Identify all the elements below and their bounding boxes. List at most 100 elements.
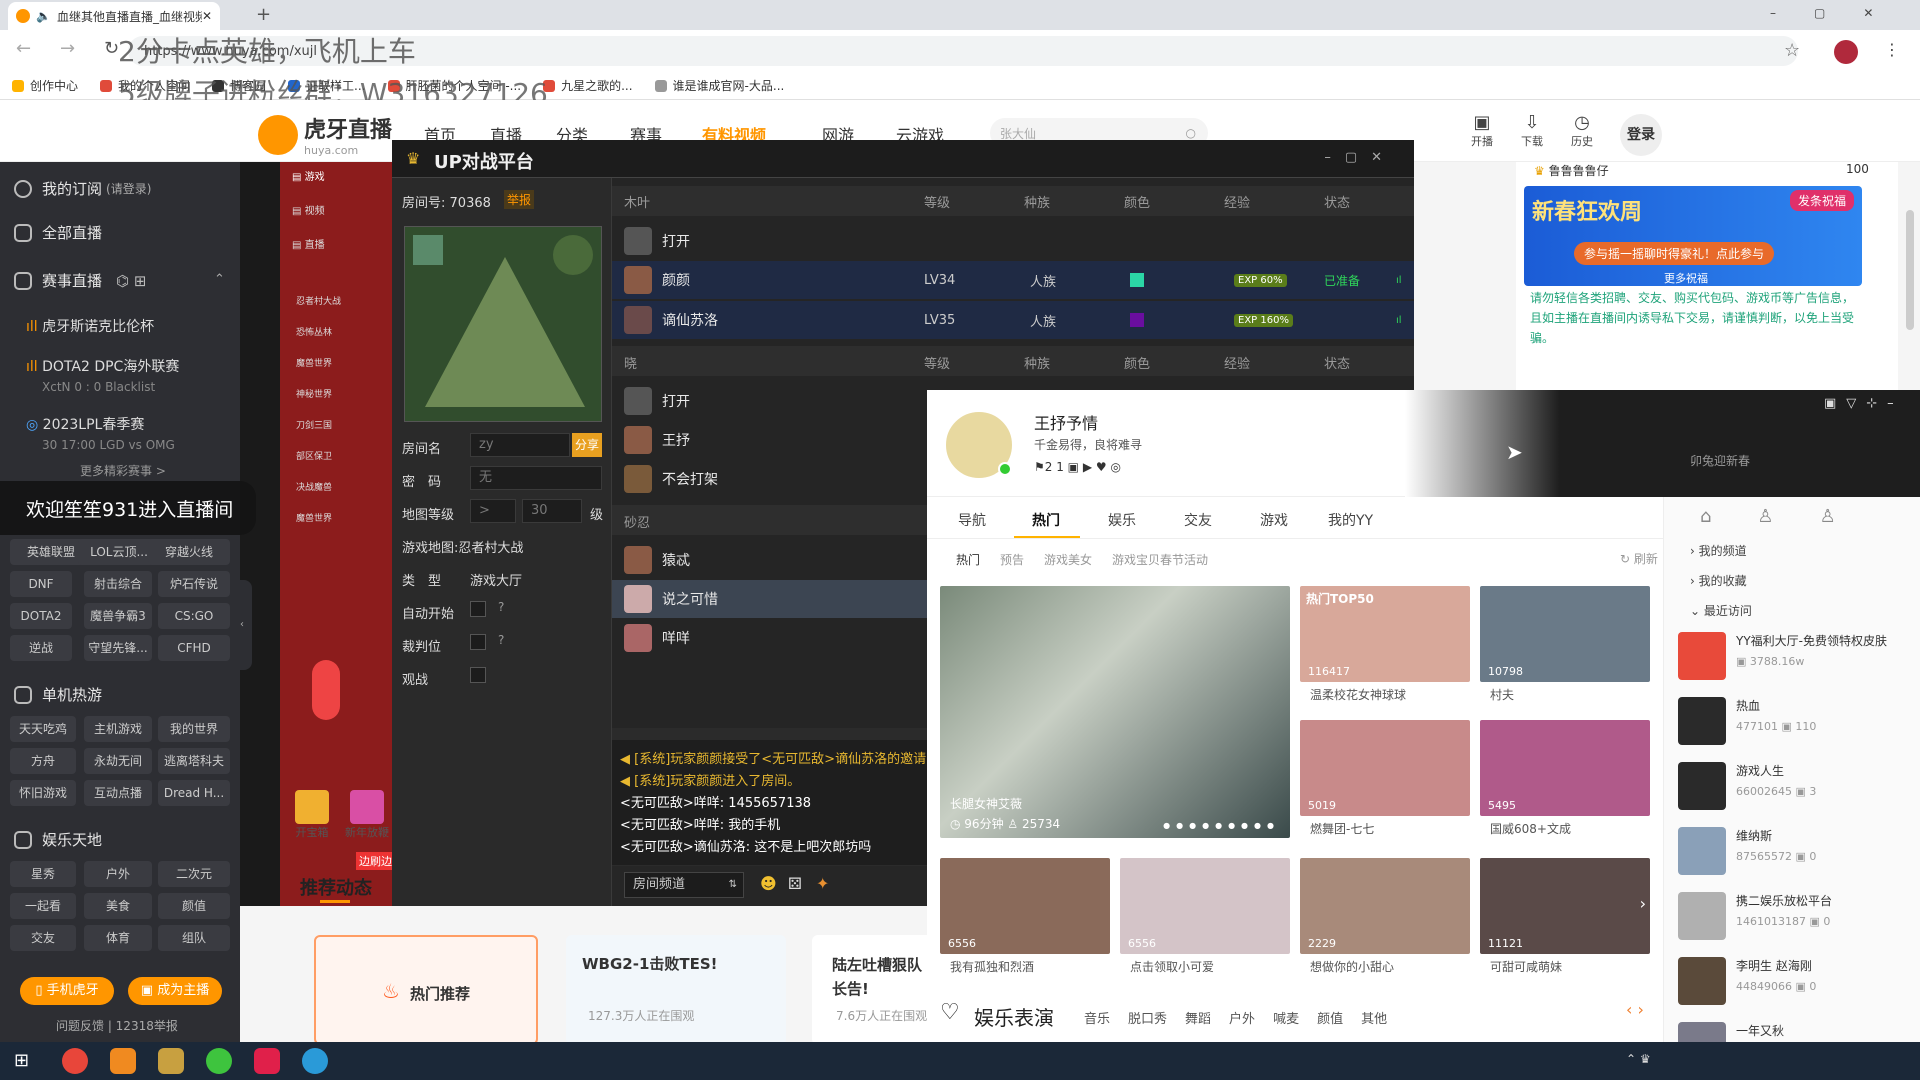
- stream-thumb[interactable]: 2229: [1300, 858, 1470, 954]
- ent-tag[interactable]: 美食: [84, 893, 152, 919]
- profile-avatar[interactable]: [1834, 40, 1858, 64]
- single-tag[interactable]: 互动点播: [84, 780, 152, 806]
- stream-thumb[interactable]: 11121 ›: [1480, 858, 1650, 954]
- sidebar-footer[interactable]: 问题反馈 | 12318举报: [56, 1017, 178, 1034]
- channel-item[interactable]: 维纳斯 87565572 ▣ 0: [1678, 827, 1816, 875]
- browser-tab[interactable]: 🔈 血继其他直播直播_血继视频 ✕: [8, 2, 220, 30]
- collapse-icon[interactable]: ⌃: [214, 272, 225, 287]
- firecracker-button[interactable]: 新年放鞭: [342, 790, 392, 840]
- redcol-item[interactable]: 忍者村大战: [296, 294, 341, 307]
- browser-icon[interactable]: [302, 1048, 328, 1074]
- back-icon[interactable]: ←: [16, 38, 31, 59]
- huya-logo[interactable]: 虎牙直播 huya.com: [258, 112, 392, 157]
- ent-tag[interactable]: 二次元: [158, 861, 230, 887]
- sidebar-entertainment[interactable]: 娱乐天地: [14, 829, 102, 850]
- stream-thumb[interactable]: 5019: [1300, 720, 1470, 816]
- redcol-item[interactable]: 部区保卫: [296, 449, 332, 462]
- single-tag[interactable]: 逃离塔科夫: [158, 748, 230, 774]
- password-input[interactable]: 无: [470, 466, 602, 490]
- redcol-item[interactable]: 恐怖丛林: [296, 325, 332, 338]
- gift-icon[interactable]: ✦: [816, 874, 829, 893]
- auto-start-checkbox[interactable]: [470, 601, 486, 617]
- help-icon[interactable]: ?: [498, 633, 504, 647]
- room-name-input[interactable]: zy: [470, 433, 570, 457]
- page-scrollbar[interactable]: [1906, 210, 1914, 330]
- yy-tab-games[interactable]: 游戏: [1260, 510, 1288, 530]
- stream-thumb[interactable]: 5495: [1480, 720, 1650, 816]
- esports-item[interactable]: ıll DOTA2 DPC海外联赛: [26, 356, 179, 376]
- history-button[interactable]: ◷ 历史: [1564, 112, 1600, 149]
- game-tag[interactable]: CS:GO: [158, 603, 230, 629]
- single-tag[interactable]: 我的世界: [158, 716, 230, 742]
- bookmark-item[interactable]: 九星之歌的...: [543, 77, 633, 94]
- game-tag[interactable]: 逆战: [10, 635, 72, 661]
- speaker-icon[interactable]: 🔈: [36, 9, 51, 23]
- section-tab[interactable]: 颜值: [1317, 1008, 1343, 1027]
- share-button[interactable]: 分享: [572, 433, 602, 457]
- yy-subtab[interactable]: 预告: [1000, 551, 1024, 568]
- yy-tab-hot[interactable]: 热门: [1032, 510, 1060, 530]
- stream-thumb[interactable]: 10798: [1480, 586, 1650, 682]
- redcol-item[interactable]: 魔兽世界: [296, 511, 332, 524]
- game-tag[interactable]: 魔兽争霸3: [84, 603, 152, 629]
- game-tag[interactable]: CFHD: [158, 635, 230, 661]
- redcol-item[interactable]: 神秘世界: [296, 387, 332, 400]
- single-tag[interactable]: 方舟: [10, 748, 76, 774]
- channel-item[interactable]: YY福利大厅-免费领特权皮肤 ▣ 3788.16w: [1678, 632, 1887, 680]
- news-card[interactable]: 陆左吐槽狠队长告! 7.6万人正在围观: [812, 935, 932, 1045]
- player-row[interactable]: 颜颜 LV34 人族 EXP 60% 已准备 ıl: [612, 261, 1414, 299]
- map-level-select[interactable]: >: [470, 499, 516, 523]
- banner-button[interactable]: 发条祝福: [1789, 190, 1854, 211]
- game-tag[interactable]: DNF: [10, 571, 72, 597]
- single-tag[interactable]: 永劫无间: [84, 748, 152, 774]
- channel-item[interactable]: 游戏人生 66002645 ▣ 3: [1678, 762, 1816, 810]
- hot-recommend-card[interactable]: ♨ 热门推荐: [314, 935, 538, 1045]
- my-channels-link[interactable]: › 我的频道: [1690, 542, 1747, 559]
- redcol-item[interactable]: 魔兽世界: [296, 356, 332, 369]
- become-anchor-button[interactable]: ▣ 成为主播: [128, 977, 222, 1005]
- section-tab[interactable]: 其他: [1361, 1008, 1387, 1027]
- next-arrow-icon[interactable]: ›: [1640, 894, 1646, 913]
- dice-icon[interactable]: ⚄: [788, 874, 802, 893]
- bookmark-star-icon[interactable]: ☆: [1784, 40, 1800, 61]
- ent-tag[interactable]: 体育: [84, 925, 152, 951]
- windows-start-icon[interactable]: ⊞: [14, 1050, 29, 1071]
- bookmark-item[interactable]: 谁是谁成官网-大品...: [654, 77, 784, 94]
- game-tag[interactable]: DOTA2: [10, 603, 72, 629]
- yy-window-controls[interactable]: ▣▽⊹–: [1824, 396, 1904, 411]
- new-tab-button[interactable]: +: [256, 4, 271, 25]
- esports-item[interactable]: ıll 虎牙斯诺克比伦杯: [26, 316, 154, 336]
- yy-tab-ent[interactable]: 娱乐: [1108, 510, 1136, 530]
- sidebar-single-games[interactable]: 单机热游: [14, 684, 102, 705]
- forward-icon[interactable]: →: [60, 38, 75, 59]
- section-tab[interactable]: 户外: [1229, 1008, 1255, 1027]
- yy-subtab[interactable]: 游戏美女: [1044, 551, 1092, 568]
- single-tag[interactable]: 主机游戏: [84, 716, 152, 742]
- chrome-icon[interactable]: [62, 1048, 88, 1074]
- report-button[interactable]: 举报: [504, 190, 535, 209]
- carousel-dots[interactable]: ●●●●●●●●●: [1163, 821, 1280, 830]
- up-window-controls[interactable]: –▢✕: [1324, 150, 1396, 165]
- single-tag[interactable]: Dread H...: [158, 780, 230, 806]
- recent-visits-link[interactable]: ⌄ 最近访问: [1690, 602, 1752, 619]
- redcol-item[interactable]: 刀剑三国: [296, 418, 332, 431]
- sidebar-my-subscriptions[interactable]: 我的订阅 (请登录): [14, 178, 151, 199]
- redcol-item[interactable]: ▤ 直播: [292, 236, 325, 251]
- start-live-button[interactable]: ▣ 开播: [1464, 112, 1500, 149]
- close-tab-icon[interactable]: ✕: [202, 9, 212, 23]
- yy-subtab[interactable]: 游戏宝贝春节活动: [1112, 551, 1208, 568]
- search-icon[interactable]: ○: [1186, 126, 1196, 140]
- channel-select[interactable]: 房间频道 ⇅: [624, 872, 744, 898]
- section-tab[interactable]: 喊麦: [1273, 1008, 1299, 1027]
- music-icon[interactable]: [254, 1048, 280, 1074]
- up-platform-icon[interactable]: [158, 1048, 184, 1074]
- player-row[interactable]: 谪仙苏洛 LV35 人族 EXP 160% ıl: [612, 301, 1414, 339]
- tray-icons[interactable]: ⌃ ♛: [1626, 1052, 1651, 1066]
- section-tab[interactable]: 脱口秀: [1128, 1008, 1167, 1027]
- referee-checkbox[interactable]: [470, 634, 486, 650]
- ent-tag[interactable]: 星秀: [10, 861, 76, 887]
- reload-icon[interactable]: ↻: [104, 38, 119, 59]
- download-button[interactable]: ⇩ 下载: [1514, 112, 1550, 149]
- section-nav-arrows[interactable]: ‹ ›: [1626, 1000, 1644, 1019]
- phone-huya-button[interactable]: ▯ 手机虎牙: [20, 977, 114, 1005]
